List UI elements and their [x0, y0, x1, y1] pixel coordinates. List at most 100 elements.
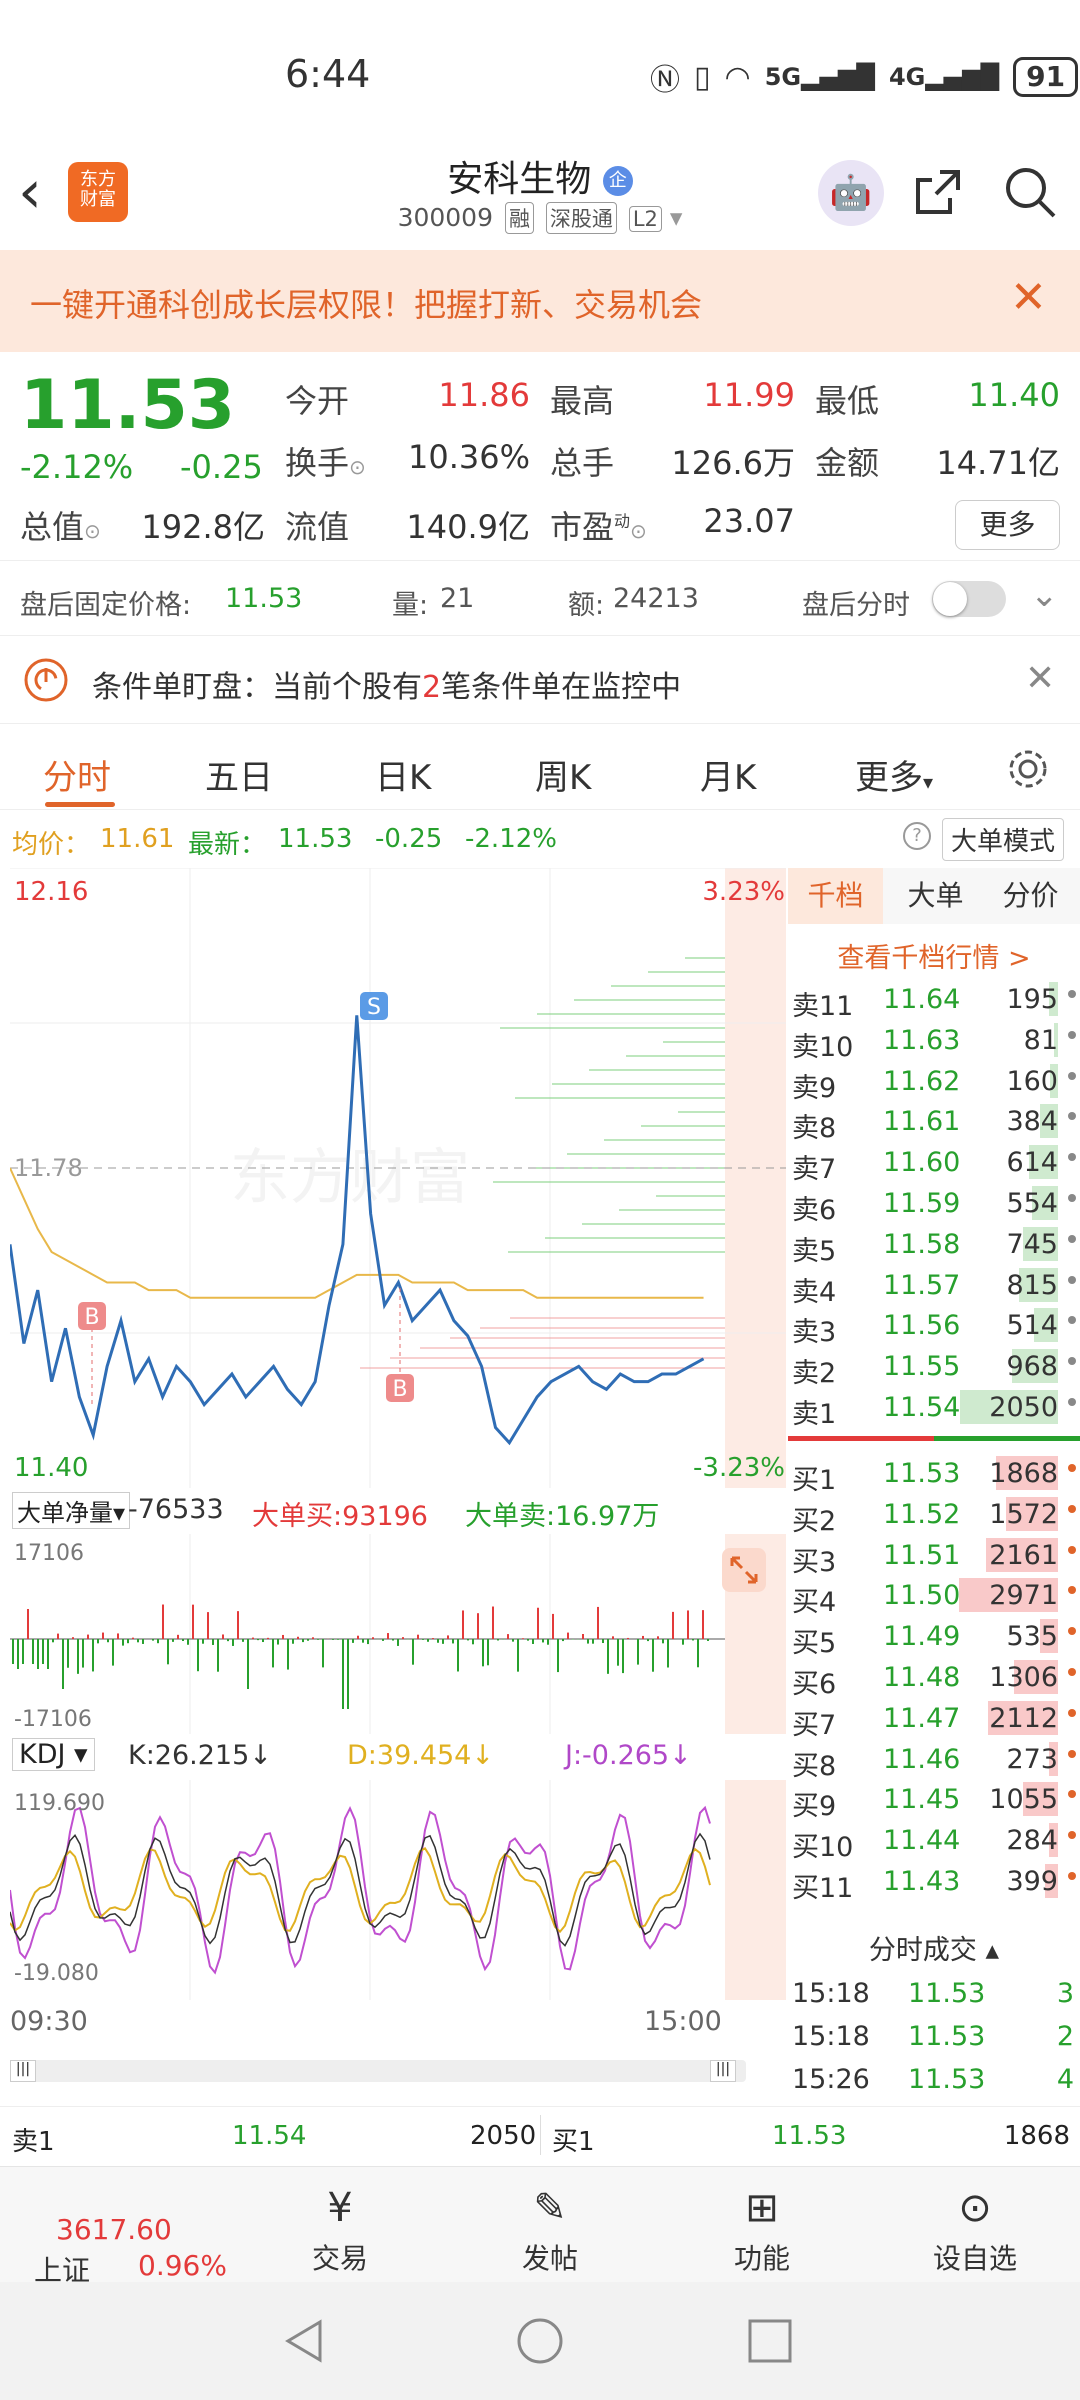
ask-row[interactable]: 卖7 11.60 614 [788, 1143, 1080, 1185]
ask-row[interactable]: 卖6 11.59 554 [788, 1184, 1080, 1226]
scroll-handle-right[interactable]: ||| [710, 2060, 736, 2082]
turnover-label[interactable]: 换手⊙ [285, 438, 366, 484]
low-label: 最低 [815, 382, 880, 420]
bid-row[interactable]: 买4 11.50 2971 [788, 1576, 1080, 1618]
bid-row[interactable]: 买6 11.48 1306 [788, 1658, 1080, 1700]
close-icon[interactable]: ✕ [1025, 658, 1055, 699]
pct-min-label: -3.23% [693, 1453, 785, 1483]
y-min-label: 11.40 [14, 1453, 88, 1483]
mktcap-value: 192.8亿 [141, 508, 265, 546]
level-volume: 160 [1006, 1065, 1058, 1097]
bid-row[interactable]: 买5 11.49 535 [788, 1617, 1080, 1659]
big-order-chart[interactable]: 17106 -17106 [10, 1534, 786, 1734]
big-order-mode-button[interactable]: 大单模式 [942, 818, 1065, 861]
tab-intraday[interactable]: 分时 [43, 750, 111, 799]
search-icon[interactable] [1000, 162, 1060, 222]
view-depth-link[interactable]: 查看千档行情 > [788, 936, 1080, 975]
bid-row[interactable]: 买7 11.47 2112 [788, 1699, 1080, 1741]
ask-row[interactable]: 卖9 11.62 160 [788, 1062, 1080, 1104]
level-price: 11.44 [883, 1825, 961, 1857]
bid-row[interactable]: 买8 11.46 273 [788, 1740, 1080, 1782]
recents-nav-icon[interactable] [745, 2316, 795, 2366]
chevron-down-icon[interactable]: ⌄ [1030, 575, 1059, 615]
trade-button[interactable]: ¥ 交易 [260, 2185, 420, 2277]
intraday-chart[interactable]: 东方财富 12.16 11.40 3.23% -3.23% 11.78 S B … [10, 868, 786, 2113]
net-bar [22, 1639, 24, 1664]
kdj-select[interactable]: KDJ ▾ [12, 1738, 95, 1771]
tab-price-dist[interactable]: 分价 [983, 868, 1078, 924]
home-nav-icon[interactable] [515, 2316, 565, 2366]
net-bar [67, 1639, 69, 1668]
bid-row[interactable]: 买11 11.43 399 [788, 1862, 1080, 1904]
add-favorite-button[interactable]: ⊙ 设自选 [895, 2185, 1055, 2277]
scroll-handle-left[interactable]: ||| [10, 2060, 36, 2082]
after-hours-amt-label: 额: [568, 590, 605, 621]
high-value: 11.99 [703, 376, 795, 414]
back-nav-icon[interactable] [280, 2316, 330, 2366]
help-icon[interactable]: ? [903, 822, 931, 850]
after-hours-price: 11.53 [225, 583, 303, 614]
power-icon [24, 658, 68, 702]
level-label: 买1 [792, 1465, 837, 1496]
tab-weekly-k[interactable]: 周K [535, 750, 591, 799]
ask-row[interactable]: 卖5 11.58 745 [788, 1225, 1080, 1267]
trades-title[interactable]: 分时成交 ▴ [788, 1928, 1080, 1967]
expand-icon[interactable] [722, 1548, 766, 1592]
price-chart-svg[interactable]: 东方财富 12.16 11.40 3.23% -3.23% 11.78 S B … [10, 868, 786, 1488]
post-button[interactable]: ✎ 发帖 [470, 2185, 630, 2277]
ask-row[interactable]: 卖2 11.55 968 [788, 1347, 1080, 1389]
time-axis: 09:30 15:00 [10, 2002, 786, 2042]
status-dot [1068, 1234, 1076, 1243]
ask-row[interactable]: 卖8 11.61 384 [788, 1102, 1080, 1144]
kdj-chart[interactable]: 119.690 -19.080 [10, 1780, 786, 2000]
net-bar [102, 1632, 104, 1639]
net-bar [382, 1639, 384, 1641]
tab-monthly-k[interactable]: 月K [700, 750, 756, 799]
big-order-net-value: -76533 [128, 1494, 224, 1525]
sell-marker[interactable]: S [360, 992, 388, 1020]
level-volume: 2971 [989, 1580, 1058, 1612]
robot-avatar-icon[interactable]: 🤖 [818, 160, 884, 226]
ask-row[interactable]: 卖11 11.64 195 [788, 980, 1080, 1022]
promo-banner[interactable]: 一键开通科创成长层权限！把握打新、交易机会 ✕ [0, 250, 1080, 352]
level-volume: 514 [1006, 1310, 1058, 1342]
after-hours-vol-label: 量: [392, 590, 429, 621]
net-bar [692, 1639, 694, 1641]
ask-row[interactable]: 卖10 11.63 81 [788, 1021, 1080, 1063]
net-bar [292, 1639, 294, 1644]
level-volume: 2050 [989, 1392, 1058, 1423]
bid-row[interactable]: 买1 11.53 1868 [788, 1454, 1080, 1496]
index-widget[interactable]: 3617.60 上证 0.96% [20, 2177, 260, 2287]
trade-volume: 4 [1056, 2064, 1074, 2095]
trade-volume: 3 [1056, 1978, 1074, 2009]
tab-daily-k[interactable]: 日K [375, 750, 431, 799]
bid-row[interactable]: 买2 11.52 1572 [788, 1495, 1080, 1537]
pe-label[interactable]: 市盈动⊙ [550, 502, 647, 548]
ask-row[interactable]: 卖1 11.54 2050 [788, 1388, 1080, 1430]
share-icon[interactable] [910, 164, 966, 220]
bid-row[interactable]: 买10 11.44 284 [788, 1821, 1080, 1863]
net-bar [142, 1639, 144, 1644]
bid-row[interactable]: 买9 11.45 1055 [788, 1780, 1080, 1822]
mktcap-label[interactable]: 总值⊙ [20, 502, 101, 548]
big-order-select[interactable]: 大单净量▾ [12, 1492, 131, 1529]
vol-min-label: -17106 [14, 1707, 92, 1732]
tab-more[interactable]: 更多▾ [855, 750, 933, 799]
ask-row[interactable]: 卖4 11.57 815 [788, 1266, 1080, 1308]
tab-big-order[interactable]: 大单 [888, 868, 983, 924]
chart-scrollbar[interactable]: ||| ||| [10, 2060, 746, 2082]
condition-order-bar[interactable]: 条件单盯盘：当前个股有2笔条件单在监控中 ✕ [0, 638, 1080, 724]
more-button[interactable]: 更多 [955, 500, 1060, 550]
status-dot [1068, 1790, 1076, 1799]
net-bar [32, 1639, 34, 1664]
after-hours-toggle[interactable] [932, 581, 1006, 617]
settings-icon[interactable] [1005, 746, 1051, 792]
tab-depth[interactable]: 千档 [788, 868, 883, 924]
close-icon[interactable]: ✕ [1010, 272, 1047, 323]
bid-row[interactable]: 买3 11.51 2161 [788, 1536, 1080, 1578]
ask-row[interactable]: 卖3 11.56 514 [788, 1306, 1080, 1348]
function-button[interactable]: ⊞ 功能 [682, 2185, 842, 2277]
net-bar [232, 1639, 234, 1646]
level-price: 11.62 [883, 1065, 961, 1097]
tab-5day[interactable]: 五日 [205, 750, 273, 799]
